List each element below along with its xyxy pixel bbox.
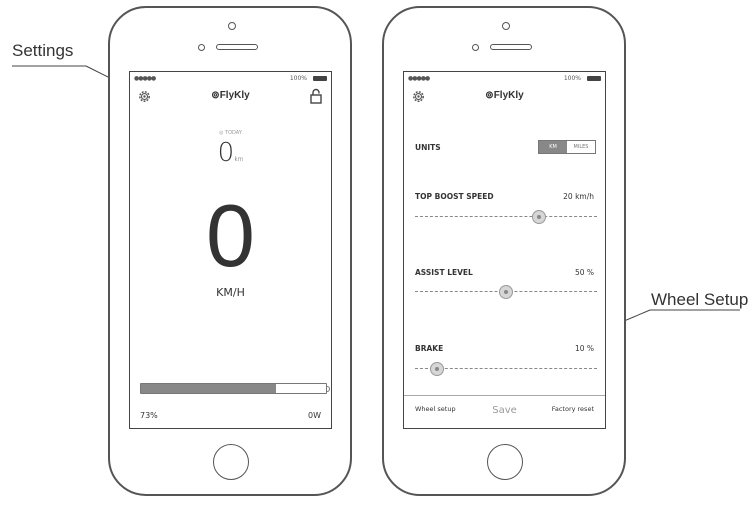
save-bar: Save bbox=[404, 395, 605, 428]
phone-dashboard: ●●●●● 100% ⊚FlyKly ◎ TODAY 0km 0 KM/H 73… bbox=[108, 6, 352, 496]
battery-icon bbox=[587, 76, 601, 81]
power-output-text: 0W bbox=[308, 411, 321, 420]
battery-bar-fill bbox=[141, 384, 277, 393]
speed-readout: 0 bbox=[206, 186, 255, 285]
front-camera bbox=[502, 22, 510, 30]
battery-percent: 100% bbox=[563, 75, 581, 82]
battery-bar bbox=[140, 383, 330, 394]
top-boost-value: 20 km/h bbox=[563, 192, 594, 201]
brand-name: FlyKly bbox=[493, 90, 524, 101]
brand-logo: ⊚FlyKly bbox=[404, 90, 605, 101]
signal-indicator: ●●●●● bbox=[134, 75, 156, 82]
wheel-setup-callout: Wheel Setup bbox=[651, 290, 749, 309]
battery-bar-cap bbox=[326, 386, 330, 392]
phone-settings: ●●●●● 100% ⊚FlyKly UNITS KM MILES TOP BO… bbox=[382, 6, 626, 496]
status-bar: ●●●●● 100% bbox=[408, 75, 601, 83]
speed-unit: KM/H bbox=[216, 286, 245, 299]
app-header: ⊚FlyKly bbox=[404, 86, 605, 108]
slider-knob[interactable] bbox=[499, 285, 513, 299]
top-boost-slider[interactable] bbox=[415, 210, 597, 224]
brake-slider[interactable] bbox=[415, 362, 597, 376]
pin-icon: ⊚ bbox=[211, 90, 220, 101]
units-option-miles[interactable]: MILES bbox=[567, 141, 595, 153]
odometer-unit: km bbox=[234, 156, 244, 163]
sensor-dot bbox=[198, 44, 205, 51]
home-button[interactable] bbox=[487, 444, 523, 480]
units-toggle[interactable]: KM MILES bbox=[538, 140, 596, 154]
top-boost-label: TOP BOOST SPEED bbox=[415, 192, 494, 201]
battery-icon bbox=[313, 76, 327, 81]
earpiece-speaker bbox=[490, 44, 532, 50]
units-option-km[interactable]: KM bbox=[539, 141, 567, 153]
assist-level-label: ASSIST LEVEL bbox=[415, 268, 473, 277]
home-button[interactable] bbox=[213, 444, 249, 480]
dashboard-screen: ●●●●● 100% ⊚FlyKly ◎ TODAY 0km 0 KM/H 73… bbox=[129, 71, 332, 429]
brake-label: BRAKE bbox=[415, 344, 444, 353]
battery-level-text: 73% bbox=[140, 411, 158, 420]
app-header: ⊚FlyKly bbox=[130, 86, 331, 108]
slider-track bbox=[415, 216, 597, 217]
pin-icon: ⊚ bbox=[485, 90, 494, 101]
sensor-dot bbox=[472, 44, 479, 51]
earpiece-speaker bbox=[216, 44, 258, 50]
lock-icon[interactable] bbox=[309, 88, 323, 104]
save-button[interactable]: Save bbox=[404, 405, 605, 416]
settings-callout: Settings bbox=[12, 41, 74, 60]
units-label: UNITS bbox=[415, 143, 441, 152]
signal-indicator: ●●●●● bbox=[408, 75, 430, 82]
assist-level-slider[interactable] bbox=[415, 285, 597, 299]
settings-screen: ●●●●● 100% ⊚FlyKly UNITS KM MILES TOP BO… bbox=[403, 71, 606, 429]
odometer-label: ◎ TODAY bbox=[219, 130, 242, 136]
front-camera bbox=[228, 22, 236, 30]
slider-knob[interactable] bbox=[531, 210, 546, 224]
odometer-value: 0km bbox=[217, 138, 244, 168]
slider-knob[interactable] bbox=[429, 362, 444, 376]
battery-percent: 100% bbox=[289, 75, 307, 82]
brake-value: 10 % bbox=[574, 344, 594, 353]
brand-name: FlyKly bbox=[219, 90, 250, 101]
assist-level-value: 50 % bbox=[574, 268, 594, 277]
status-bar: ●●●●● 100% bbox=[134, 75, 327, 83]
brand-logo: ⊚FlyKly bbox=[130, 90, 331, 101]
